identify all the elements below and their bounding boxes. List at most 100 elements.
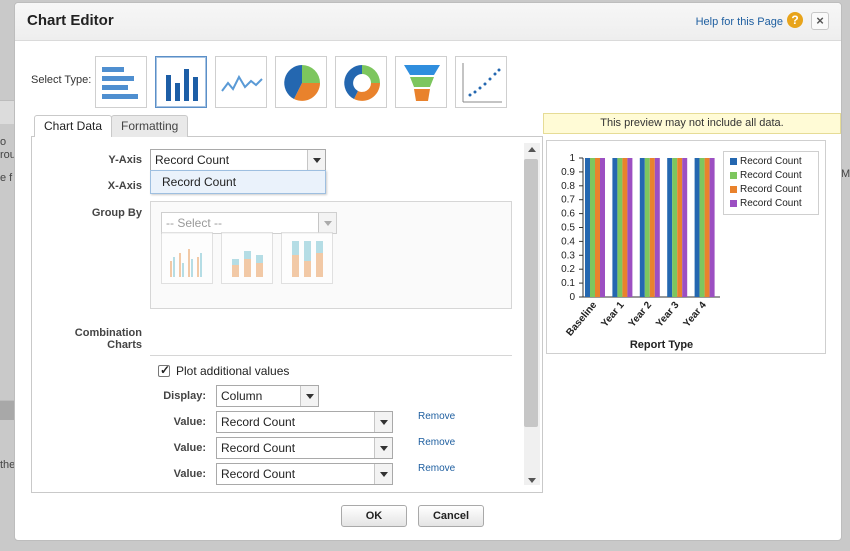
background-text: M: [841, 168, 850, 180]
tab-chart-data[interactable]: Chart Data: [34, 115, 113, 138]
chart-bar: [644, 158, 650, 297]
stacked-100-bar-option[interactable]: [281, 232, 333, 284]
line-chart-icon: [221, 74, 263, 92]
y-axis-label: Y-Axis: [108, 154, 142, 166]
background-text: o: [0, 136, 7, 148]
value-select-2[interactable]: Record Count: [216, 437, 393, 459]
cancel-button[interactable]: Cancel: [418, 505, 484, 527]
group-by-label: Group By: [91, 207, 142, 219]
ok-button[interactable]: OK: [341, 505, 407, 527]
y-tick-label: 0.9: [561, 167, 575, 178]
legend-swatch: [730, 200, 737, 207]
group-by-box: -- Select --: [150, 201, 512, 309]
chevron-down-icon[interactable]: [300, 386, 318, 406]
value-select-2-value: Record Count: [221, 441, 296, 455]
chart-bar: [672, 158, 678, 297]
donut-type-button[interactable]: [335, 56, 387, 108]
preview-note: This preview may not include all data.: [543, 113, 841, 134]
legend-swatch: [730, 158, 737, 165]
group-by-placeholder: -- Select --: [166, 216, 223, 230]
x-tick-label: Year 2: [627, 300, 655, 330]
dialog-title: Chart Editor: [27, 12, 114, 29]
scatter-type-button[interactable]: [455, 56, 507, 108]
chart-bar: [590, 158, 595, 297]
chevron-down-icon[interactable]: [318, 213, 336, 233]
x-axis-label: X-Axis: [107, 180, 142, 192]
chevron-down-icon[interactable]: [374, 412, 392, 432]
scroll-down-icon[interactable]: [528, 478, 536, 483]
scrollbar-thumb[interactable]: [524, 159, 538, 427]
chevron-down-icon[interactable]: [374, 464, 392, 484]
chart-bar: [585, 158, 590, 297]
y-tick-label: 0.2: [561, 264, 575, 275]
chart-bar: [595, 158, 600, 297]
y-tick-label: 0.4: [561, 236, 575, 247]
chart-data-panel: Y-Axis Record Count X-Axis Group By -- S…: [31, 137, 543, 493]
y-tick-label: 0.8: [561, 181, 575, 192]
funnel-chart-icon: [404, 65, 440, 101]
combination-charts-box: ✓ Plot additional values Display: Column…: [150, 355, 512, 492]
chevron-down-icon[interactable]: [307, 150, 325, 170]
tab-formatting[interactable]: Formatting: [111, 115, 189, 137]
pie-type-button[interactable]: [275, 56, 327, 108]
chart-bar: [682, 158, 688, 297]
combination-charts-label-line2: Charts: [107, 339, 142, 351]
horizontal-bar-type-button[interactable]: [95, 56, 147, 108]
plot-additional-checkbox[interactable]: ✓: [158, 363, 171, 377]
combination-charts-label-line1: Combination: [74, 327, 142, 339]
donut-chart-icon: [344, 65, 380, 101]
close-button[interactable]: ×: [811, 12, 829, 30]
y-tick-label: 0.6: [561, 209, 575, 220]
dialog-header: Chart Editor Help for this Page ? ×: [15, 3, 841, 41]
value-select-3[interactable]: Record Count: [216, 463, 393, 485]
help-icon[interactable]: ?: [787, 12, 803, 28]
funnel-type-button[interactable]: [395, 56, 447, 108]
chart-bar: [694, 158, 700, 297]
help-link[interactable]: Help for this Page: [696, 16, 783, 28]
value-select-1[interactable]: Record Count: [216, 411, 393, 433]
plot-additional-label: Plot additional values: [176, 364, 290, 378]
chart-legend: Record Count Record Count Record Count R…: [723, 151, 819, 215]
y-tick-label: 0: [569, 292, 575, 303]
chart-bar: [654, 158, 660, 297]
checkmark-icon: ✓: [160, 363, 171, 377]
stacked-bar-icon: [232, 251, 263, 277]
stacked-bar-option[interactable]: [221, 232, 273, 284]
legend-swatch: [730, 186, 737, 193]
remove-link-1[interactable]: Remove: [418, 411, 455, 422]
grouped-bar-option[interactable]: [161, 232, 213, 284]
value-label: Value:: [173, 468, 206, 480]
y-tick-label: 1: [569, 153, 575, 164]
chart-editor-dialog: Chart Editor Help for this Page ? × Sele…: [14, 2, 842, 541]
group-by-select[interactable]: -- Select --: [161, 212, 337, 234]
x-tick-label: Year 1: [599, 300, 627, 330]
y-tick-label: 0.1: [561, 278, 575, 289]
legend-label: Record Count: [740, 184, 802, 195]
chart-bar: [677, 158, 683, 297]
chart-bar: [600, 158, 605, 297]
line-type-button[interactable]: [215, 56, 267, 108]
x-tick-label: Baseline: [564, 300, 599, 339]
x-axis-title: Report Type: [630, 339, 693, 351]
y-axis-value: Record Count: [155, 153, 230, 167]
legend-label: Record Count: [740, 156, 802, 167]
remove-link-2[interactable]: Remove: [418, 437, 455, 448]
column-type-button[interactable]: [155, 56, 207, 108]
chart-bar: [667, 158, 673, 297]
background-text: the: [0, 459, 16, 471]
stacked-100-bar-icon: [292, 241, 323, 277]
y-tick-label: 0.7: [561, 195, 575, 206]
y-axis-select[interactable]: Record Count: [150, 149, 326, 171]
value-select-1-value: Record Count: [221, 415, 296, 429]
remove-link-3[interactable]: Remove: [418, 463, 455, 474]
chart-bar: [649, 158, 655, 297]
chevron-down-icon[interactable]: [374, 438, 392, 458]
legend-label: Record Count: [740, 170, 802, 181]
display-select[interactable]: Column: [216, 385, 319, 407]
value-select-3-value: Record Count: [221, 467, 296, 481]
y-axis-dropdown-option[interactable]: Record Count: [150, 170, 326, 194]
scroll-up-icon[interactable]: [528, 147, 536, 152]
display-value: Column: [221, 389, 263, 403]
chart-bar: [612, 158, 618, 297]
tab-strip: Chart Data Formatting: [31, 113, 543, 138]
